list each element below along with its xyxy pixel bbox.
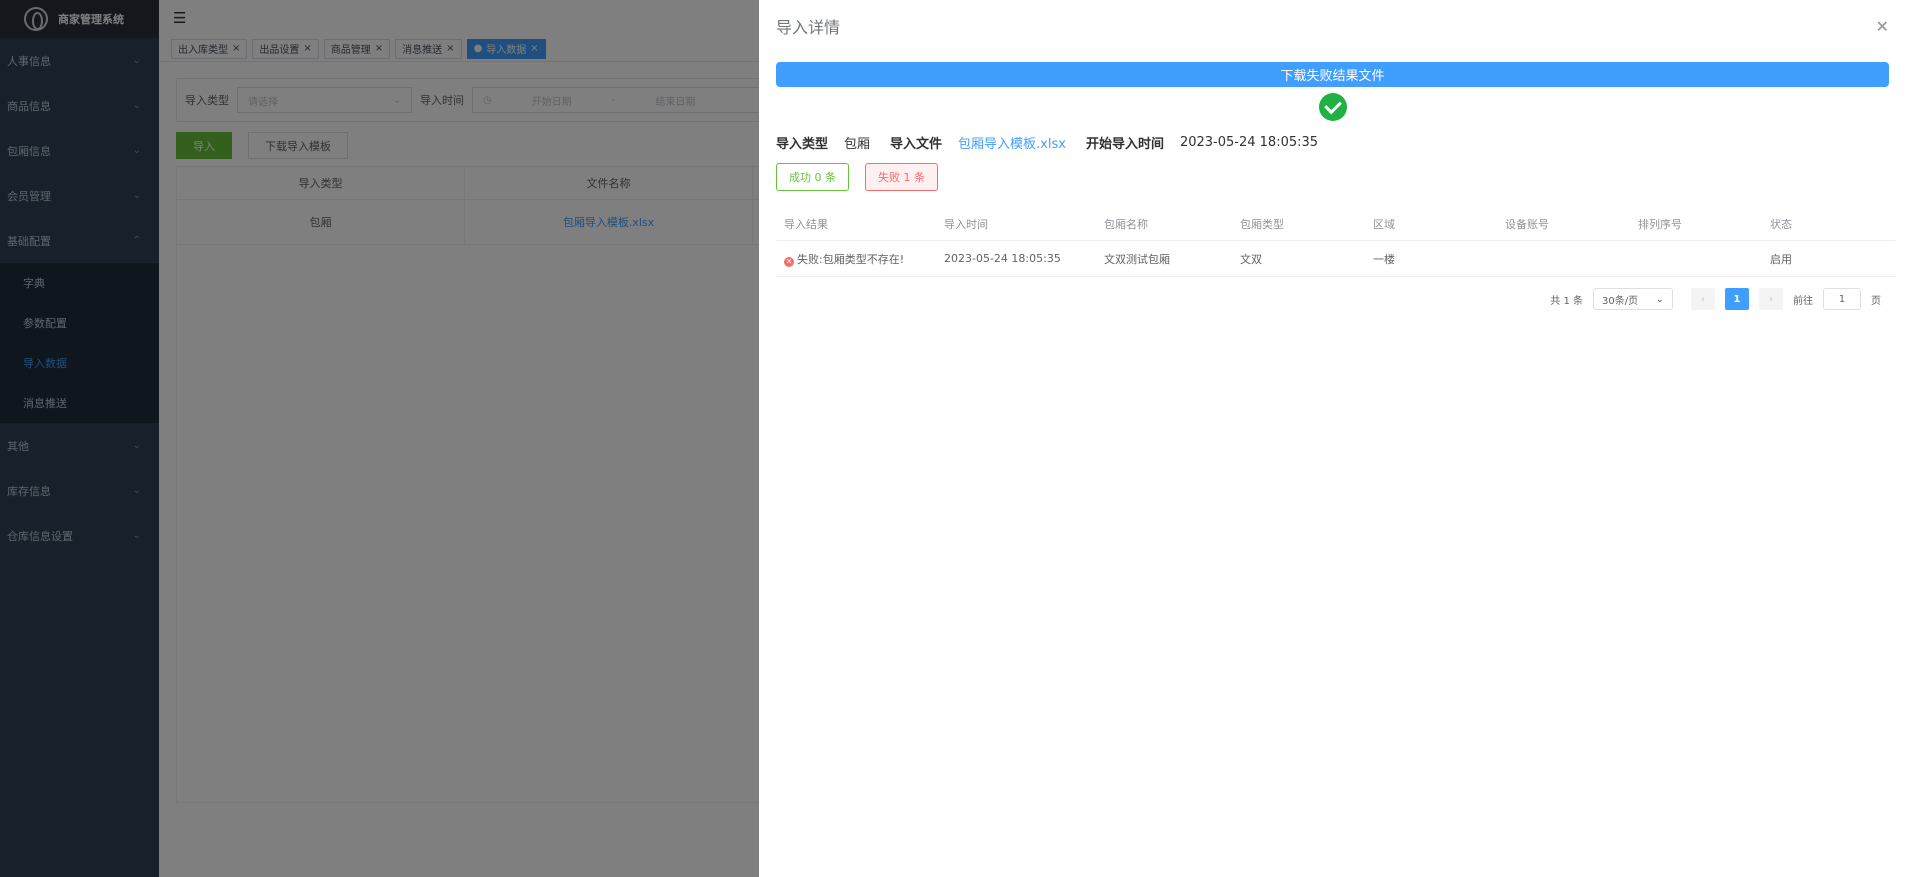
info-label: 导入文件 bbox=[890, 136, 943, 152]
total-count: 共 1 条 bbox=[1550, 295, 1583, 307]
room-type-cell: 文双 bbox=[1240, 252, 1262, 266]
column-header: 状态 bbox=[1770, 217, 1792, 231]
goto-suffix: 页 bbox=[1871, 295, 1881, 307]
file-link[interactable]: 包厢导入模板.xlsx bbox=[958, 133, 1066, 152]
table-row: ✕ 失败:包厢类型不存在! 2023-05-24 18:05:35 文双测试包厢 … bbox=[776, 241, 1896, 277]
result-cell: ✕ 失败:包厢类型不存在! bbox=[776, 251, 936, 267]
column-header: 区域 bbox=[1373, 217, 1395, 231]
app-root: 商家管理系统 人事信息⌄ 商品信息⌄ 包厢信息⌄ 会员管理⌄ 基础配置⌃ 字典 … bbox=[0, 0, 1906, 877]
column-header: 包厢名称 bbox=[1104, 217, 1148, 231]
prev-page-button[interactable]: ‹ bbox=[1691, 288, 1715, 310]
column-header: 导入时间 bbox=[944, 217, 988, 231]
table-header-row: 导入结果 导入时间 包厢名称 包厢类型 区域 设备账号 排列序号 状态 bbox=[776, 207, 1896, 241]
import-info-row: 导入类型 包厢 导入文件 包厢导入模板.xlsx 开始导入时间 2023-05-… bbox=[776, 131, 1889, 153]
room-name-cell: 文双测试包厢 bbox=[1104, 252, 1170, 266]
info-label: 开始导入时间 bbox=[1085, 136, 1164, 152]
result-text: 失败:包厢类型不存在! bbox=[797, 252, 905, 266]
info-start-time: 开始导入时间 2023-05-24 18:05:35 bbox=[1086, 133, 1318, 152]
page-size-select[interactable]: 30条/页 ⌄ bbox=[1593, 288, 1673, 310]
column-header: 包厢类型 bbox=[1240, 217, 1284, 231]
area-cell: 一楼 bbox=[1373, 252, 1395, 266]
column-header: 导入结果 bbox=[784, 217, 828, 231]
time-cell: 2023-05-24 18:05:35 bbox=[944, 252, 1061, 265]
page-number-button[interactable]: 1 bbox=[1725, 288, 1749, 310]
next-page-button[interactable]: › bbox=[1759, 288, 1783, 310]
info-value: 2023-05-24 18:05:35 bbox=[1179, 134, 1319, 150]
result-count-tags: 成功 0 条 失败 1 条 bbox=[776, 163, 1889, 191]
check-circle-icon bbox=[1318, 93, 1347, 121]
download-failed-results-button[interactable]: 下载失败结果文件 bbox=[776, 62, 1889, 87]
status-cell: 启用 bbox=[1770, 252, 1792, 266]
info-import-file: 导入文件 包厢导入模板.xlsx bbox=[890, 133, 1066, 152]
import-detail-drawer: 导入详情 ✕ 下载失败结果文件 导入类型 包厢 导入文件 包厢导入模板.xlsx… bbox=[759, 0, 1906, 877]
info-value: 包厢 bbox=[844, 136, 871, 152]
goto-label: 前往 bbox=[1793, 295, 1813, 307]
chevron-down-icon: ⌄ bbox=[1655, 293, 1664, 305]
goto-page-input[interactable]: 1 bbox=[1823, 288, 1861, 310]
pagination: 共 1 条 30条/页 ⌄ ‹ 1 › 前往 1 页 bbox=[776, 288, 1889, 310]
column-header: 设备账号 bbox=[1505, 217, 1549, 231]
status-indicator bbox=[776, 93, 1889, 121]
page-size-value: 30条/页 bbox=[1602, 295, 1639, 307]
fail-count-tag[interactable]: 失败 1 条 bbox=[865, 163, 938, 191]
drawer-header: 导入详情 ✕ bbox=[776, 0, 1889, 52]
import-detail-table: 导入结果 导入时间 包厢名称 包厢类型 区域 设备账号 排列序号 状态 ✕ 失败:… bbox=[776, 207, 1896, 277]
column-header: 排列序号 bbox=[1638, 217, 1682, 231]
info-import-type: 导入类型 包厢 bbox=[776, 133, 870, 152]
info-label: 导入类型 bbox=[776, 136, 829, 152]
error-icon: ✕ bbox=[784, 256, 794, 267]
success-count-tag[interactable]: 成功 0 条 bbox=[776, 163, 849, 191]
close-icon[interactable]: ✕ bbox=[1876, 17, 1889, 36]
drawer-title: 导入详情 bbox=[776, 18, 841, 37]
